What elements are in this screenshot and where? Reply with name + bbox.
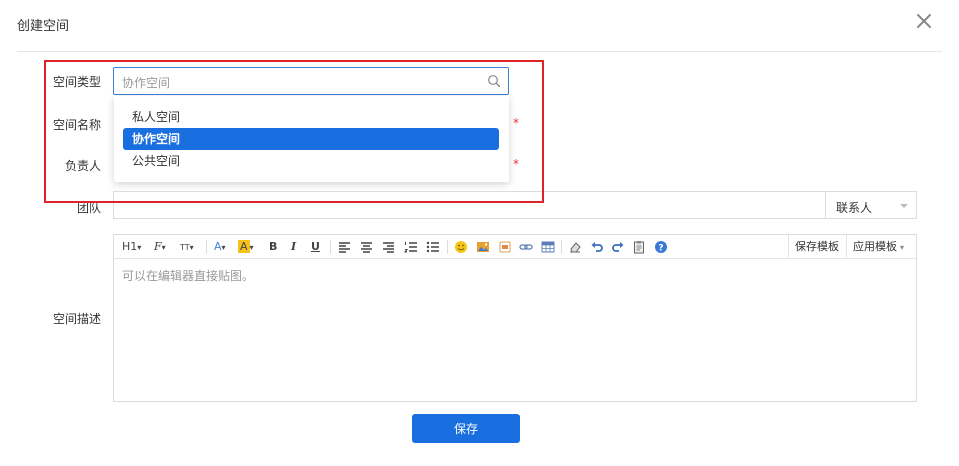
dropdown-option-public[interactable]: 公共空间 (123, 150, 499, 172)
close-icon (917, 14, 931, 28)
dialog-title: 创建空间 (17, 19, 70, 34)
editor-placeholder: 可以在编辑器直接贴图。 (122, 269, 255, 283)
redo-icon[interactable] (611, 240, 625, 254)
font-size-button[interactable]: TT▾ (180, 240, 194, 254)
link-icon[interactable] (519, 240, 533, 254)
font-color-button[interactable]: A▾ (214, 240, 226, 254)
help-icon[interactable]: ? (654, 240, 668, 254)
align-center-icon[interactable] (360, 240, 373, 254)
font-family-button[interactable]: F▾ (154, 240, 166, 254)
description-label: 空间描述 (52, 312, 101, 326)
dropdown-option-collaborative[interactable]: 协作空间 (123, 128, 499, 150)
contact-select-value: 联系人 (836, 201, 873, 215)
header-divider (17, 51, 942, 52)
save-template-button[interactable]: 保存模板 (788, 235, 845, 258)
attachment-icon[interactable] (498, 240, 512, 254)
toolbar-divider (330, 240, 331, 254)
team-label: 团队 (76, 201, 101, 215)
image-icon[interactable] (476, 240, 490, 254)
contact-select[interactable]: 联系人 (826, 191, 917, 219)
toolbar-divider (561, 240, 562, 254)
bold-button[interactable]: B (269, 240, 277, 254)
underline-button[interactable]: U (311, 240, 320, 254)
space-type-input[interactable]: 协作空间 (113, 67, 509, 95)
space-type-value: 协作空间 (122, 76, 171, 90)
owner-required-mark: * (513, 157, 519, 171)
team-input[interactable] (113, 191, 826, 219)
save-button[interactable]: 保存 (412, 414, 520, 443)
background-color-button[interactable]: A ▾ (238, 240, 254, 254)
dropdown-option-private[interactable]: 私人空间 (123, 106, 499, 128)
close-button[interactable] (915, 12, 933, 30)
apply-template-button[interactable]: 应用模板 ▾ (846, 235, 910, 258)
chevron-down-icon (900, 204, 908, 208)
eraser-icon[interactable] (568, 240, 582, 254)
svg-text:?: ? (658, 243, 663, 253)
toolbar-divider (447, 240, 448, 254)
space-name-required-mark: * (513, 116, 519, 130)
clipboard-icon[interactable] (632, 240, 646, 254)
emoji-icon[interactable] (454, 240, 468, 254)
italic-button[interactable]: I (291, 240, 296, 254)
undo-icon[interactable] (590, 240, 604, 254)
rich-text-editor[interactable]: H1▾ F▾ TT▾ A▾ A ▾ B I U ? 保存模板 应用模板 ▾ 可以在编… (113, 234, 917, 402)
space-name-label: 空间名称 (52, 118, 101, 132)
space-type-label: 空间类型 (52, 75, 101, 89)
align-right-icon[interactable] (382, 240, 395, 254)
ordered-list-icon[interactable] (404, 240, 418, 254)
table-icon[interactable] (541, 240, 555, 254)
space-type-dropdown: 私人空间 协作空间 公共空间 (114, 96, 509, 182)
heading-button[interactable]: H1▾ (122, 240, 141, 254)
align-left-icon[interactable] (338, 240, 351, 254)
search-icon (488, 75, 501, 88)
toolbar-divider (206, 240, 207, 254)
owner-label: 负责人 (64, 159, 101, 173)
unordered-list-icon[interactable] (426, 240, 440, 254)
editor-toolbar: H1▾ F▾ TT▾ A▾ A ▾ B I U ? 保存模板 应用模板 ▾ (114, 235, 916, 259)
